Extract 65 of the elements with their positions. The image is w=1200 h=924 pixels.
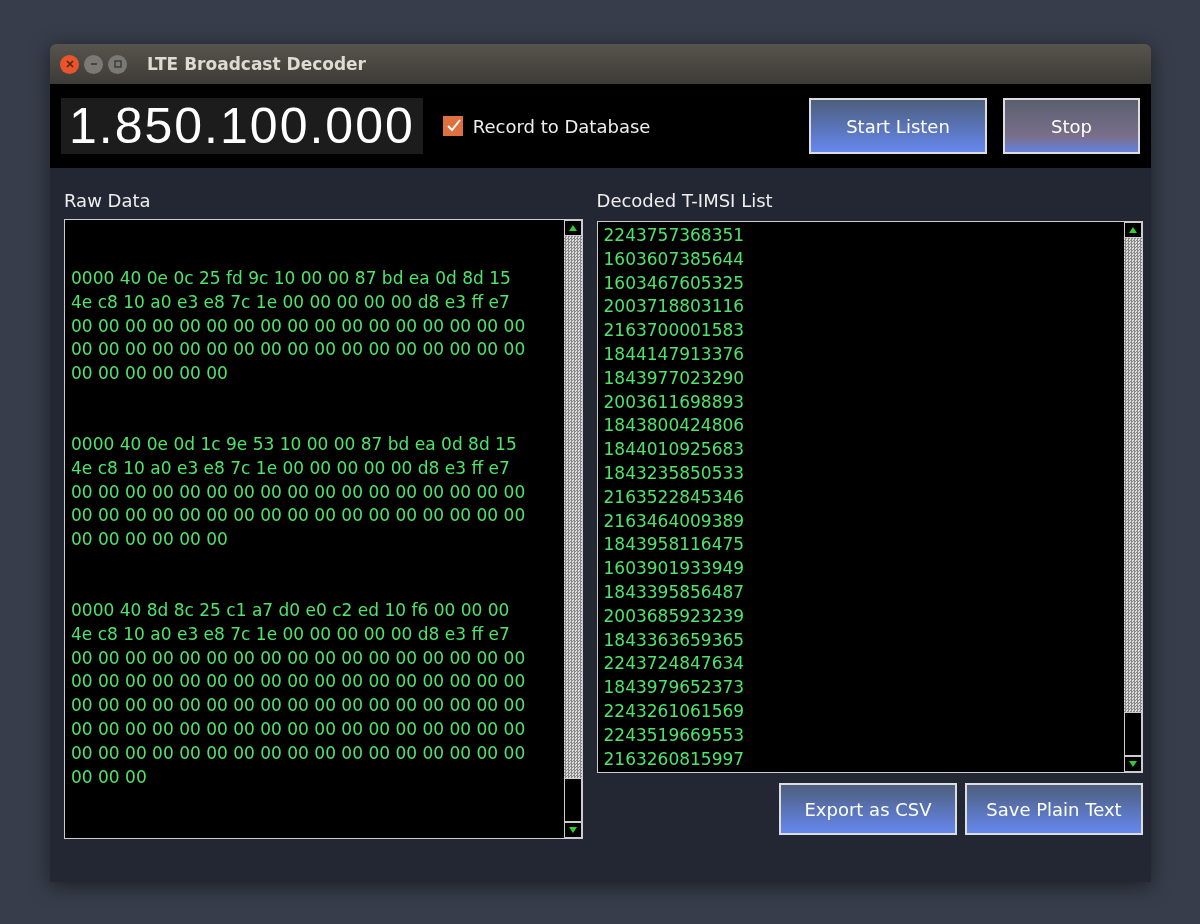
hex-line: 00 00 00 00 00 00 00 00 00 00 00 00 00 00 00 00 00 (71, 504, 527, 528)
t-imsi-entry: 1603467605325 (603, 271, 746, 295)
record-checkbox[interactable]: Record to Database (442, 115, 651, 137)
t-imsi-entry: 1843977023290 (603, 366, 746, 390)
scroll-thumb[interactable] (563, 778, 582, 822)
scroll-thumb[interactable] (1124, 712, 1142, 756)
hex-line: 00 00 00 00 00 00 00 00 00 00 00 00 00 00 00 00 00 (71, 338, 527, 362)
t-imsi-entry: 2003611698893 (603, 390, 746, 414)
scroll-down-button[interactable] (563, 822, 582, 838)
t-imsi-entry: 1843235850533 (603, 461, 746, 485)
t-imsi-entry: 2243519669553 (603, 723, 746, 747)
t-imsi-entry: 2243261061569 (603, 699, 746, 723)
scroll-up-button[interactable] (563, 220, 582, 236)
scroll-up-button[interactable] (1124, 222, 1142, 238)
hex-line: 4e c8 10 a0 e3 e8 7c 1e 00 00 00 00 00 d8 e3 ff e7 (71, 290, 511, 314)
frequency-display: 1.850.100.000 (61, 98, 423, 154)
hex-line: 00 00 00 00 00 00 (71, 362, 229, 386)
hex-line: 00 00 00 00 00 00 00 00 00 00 00 00 00 00 00 00 00 (71, 314, 527, 338)
t-imsi-entry: 1843363659365 (603, 628, 746, 652)
t-imsi-entry: 2003718803116 (603, 295, 746, 319)
hex-line: 00 00 00 00 00 00 00 00 00 00 00 00 00 00 00 00 00 (71, 670, 527, 694)
t-imsi-entry: 1843395856487 (603, 580, 746, 604)
window-title: LTE Broadcast Decoder (147, 54, 366, 74)
hex-line: 0000 40 0e 0d 1c 9e 53 10 00 00 87 bd ea 0d 8d 15 (71, 433, 518, 456)
scrollbar[interactable] (1124, 222, 1142, 772)
down-triangle-icon (567, 826, 578, 834)
hex-line: 00 00 00 00 00 00 00 00 00 00 00 00 00 00 00 00 00 (71, 694, 527, 718)
up-triangle-icon (567, 224, 578, 232)
close-icon (64, 59, 75, 69)
t-imsi-entry: 2163522845346 (603, 485, 746, 509)
t-imsi-entry: 1603901933949 (603, 557, 746, 581)
export-csv-button[interactable]: Export as CSV (779, 783, 957, 835)
up-triangle-icon (1128, 226, 1138, 234)
hex-line: 4e c8 10 a0 e3 e8 7c 1e 00 00 00 00 00 d8 e3 ff e7 (71, 622, 511, 646)
panel-label: Decoded T-IMSI List (596, 190, 774, 211)
down-triangle-icon (1128, 760, 1138, 768)
t-imsi-entry: 1843979652373 (603, 676, 746, 700)
t-imsi-entry: 2163464009389 (603, 509, 746, 533)
t-imsi-entry: 2243724847634 (603, 652, 746, 676)
t-imsi-entry: 1843800424806 (603, 414, 746, 438)
hex-line: 00 00 00 00 00 00 00 00 00 00 00 00 00 00 00 00 00 (71, 741, 527, 765)
t-imsi-entry: 1844010925683 (603, 438, 746, 462)
hex-line: 0000 40 8d 8c 25 c1 a7 d0 e0 c2 ed 10 f6 00 00 00 (71, 598, 511, 622)
save-text-button[interactable]: Save Plain Text (965, 783, 1143, 835)
t-imsi-entry: 2243757368351 (603, 224, 746, 247)
t-imsi-entry: 1603607385644 (603, 247, 746, 271)
scroll-down-button[interactable] (1124, 756, 1142, 772)
hex-line: 0000 40 0e 0c 25 fd 9c 10 00 00 87 bd ea 0d 8d 15 (71, 267, 512, 290)
hex-line: 00 00 00 00 00 00 00 00 00 00 00 00 00 00 00 00 00 (71, 646, 527, 670)
scrollbar[interactable] (563, 220, 582, 838)
hex-line: 00 00 00 (71, 765, 148, 789)
hex-line: 00 00 00 00 00 00 (71, 528, 229, 552)
t-imsi-entry: 2163260815997 (603, 747, 746, 771)
start-button[interactable]: Start Listen (809, 98, 987, 154)
t-imsi-entry: 2163700001583 (603, 319, 746, 343)
t-imsi-entry: 1843958116475 (603, 533, 746, 557)
panel-label: Raw Data (64, 190, 152, 211)
maximize-icon (112, 59, 123, 69)
close-button[interactable] (60, 54, 79, 74)
t-imsi-entry: 2003685923239 (603, 604, 746, 628)
hex-line: 4e c8 10 a0 e3 e8 7c 1e 00 00 00 00 00 d8 e3 ff e7 (71, 456, 511, 480)
stop-button[interactable]: Stop (1003, 98, 1140, 154)
t-imsi-entry: 1844147913376 (603, 343, 746, 366)
hex-line: 00 00 00 00 00 00 00 00 00 00 00 00 00 00 00 00 00 (71, 480, 527, 504)
hex-line: 00 00 00 00 00 00 00 00 00 00 00 00 00 00 00 00 00 (71, 717, 527, 741)
